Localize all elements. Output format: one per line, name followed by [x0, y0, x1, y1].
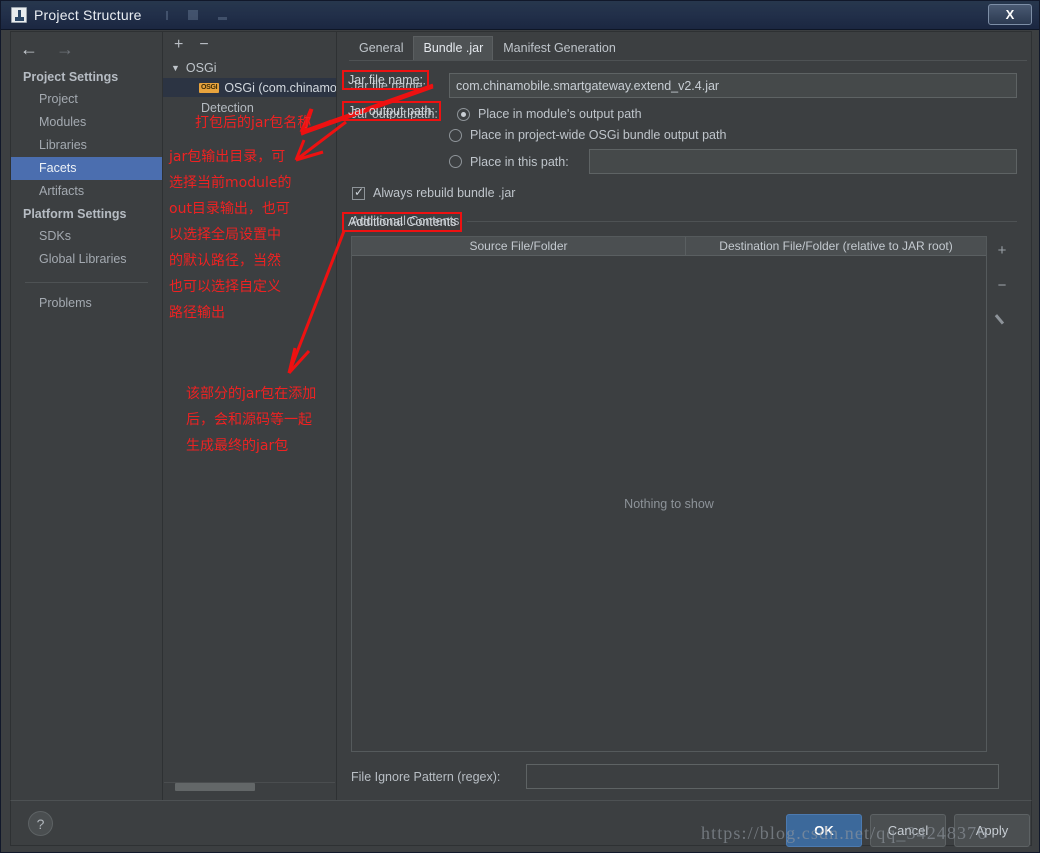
cancel-button[interactable]: Cancel	[870, 814, 946, 847]
remove-facet-icon[interactable]: −	[199, 37, 208, 53]
close-button[interactable]: X	[988, 4, 1032, 25]
osgi-badge-icon: OSGI	[199, 82, 220, 93]
sidebar-item-sdks[interactable]: SDKs	[11, 225, 162, 248]
sidebar-item-libraries[interactable]: Libraries	[11, 134, 162, 157]
tree-node-osgi-root[interactable]: ▼ OSGi	[163, 58, 336, 78]
dialog-body: ← → Project Settings Project Modules Lib…	[10, 31, 1032, 801]
tree-node-osgi-facet[interactable]: OSGI OSGi (com.chinamol	[163, 78, 336, 97]
always-rebuild-checkbox[interactable]	[352, 185, 365, 200]
add-facet-icon[interactable]: +	[174, 37, 183, 53]
title-bar: Project Structure X	[1, 1, 1039, 30]
ok-button[interactable]: OK	[786, 814, 862, 847]
radio-custom-path[interactable]	[449, 155, 462, 168]
remove-row-icon[interactable]: −	[998, 278, 1007, 293]
jar-output-path-row: Jar output path: Place in module's outpu…	[351, 107, 1017, 121]
table-body: Nothing to show	[352, 256, 986, 751]
radio-project-wide-output-path[interactable]	[449, 128, 462, 142]
facets-toolbar: + −	[163, 32, 336, 58]
radio-module-output-path-label: Place in module's output path	[478, 107, 642, 121]
help-button[interactable]: ?	[28, 811, 53, 836]
jar-output-path-label: Jar output path:	[351, 107, 438, 121]
sidebar-item-artifacts[interactable]: Artifacts	[11, 180, 162, 203]
file-ignore-pattern-row: File Ignore Pattern (regex):	[351, 764, 1017, 789]
column-header-destination[interactable]: Destination File/Folder (relative to JAR…	[686, 237, 986, 255]
tree-child-label: OSGi (com.chinamol	[224, 80, 336, 95]
back-arrow-icon[interactable]: ←	[20, 40, 38, 58]
tab-manifest-generation[interactable]: Manifest Generation	[493, 36, 626, 60]
table-empty-message: Nothing to show	[624, 496, 714, 511]
tab-bundle-jar[interactable]: Bundle .jar	[413, 36, 494, 60]
sidebar-nav: ← →	[11, 32, 162, 66]
sidebar-item-global-libraries[interactable]: Global Libraries	[11, 248, 162, 271]
jar-file-name-input[interactable]: com.chinamobile.smartgateway.extend_v2.4…	[449, 73, 1017, 98]
dialog-footer: ? OK Cancel Apply	[10, 800, 1032, 847]
intellij-idea-icon	[11, 7, 27, 23]
bundle-jar-form: Jar file name: com.chinamobile.smartgate…	[337, 61, 1031, 789]
tab-general[interactable]: General	[349, 36, 413, 60]
add-row-icon[interactable]: +	[998, 243, 1007, 258]
custom-path-input[interactable]	[588, 149, 1017, 174]
facet-tabs: General Bundle .jar Manifest Generation	[337, 32, 1031, 60]
sidebar-divider	[25, 282, 148, 283]
additional-contents-rule	[467, 220, 1017, 222]
file-ignore-pattern-input[interactable]	[526, 764, 999, 789]
title-decoration	[165, 10, 227, 20]
sidebar-item-modules[interactable]: Modules	[11, 111, 162, 134]
always-rebuild-label: Always rebuild bundle .jar	[373, 186, 516, 200]
chevron-down-icon[interactable]: ▼	[171, 63, 180, 73]
additional-contents-table: Source File/Folder Destination File/Fold…	[351, 236, 987, 752]
window-title: Project Structure	[34, 7, 142, 23]
jar-file-name-label: Jar file name:	[351, 78, 427, 93]
column-header-source[interactable]: Source File/Folder	[352, 237, 686, 255]
forward-arrow-icon[interactable]: →	[56, 40, 74, 58]
detection-label: Detection	[201, 101, 254, 115]
radio-custom-path-label: Place in this path:	[470, 154, 569, 169]
table-side-toolbar: + −	[987, 236, 1017, 752]
facet-editor-panel: General Bundle .jar Manifest Generation …	[337, 32, 1031, 801]
sidebar-item-facets[interactable]: Facets	[11, 157, 162, 180]
jar-output-path-row-3: Place in this path:	[351, 149, 1017, 174]
radio-module-output-path[interactable]	[457, 107, 470, 121]
sidebar-item-problems[interactable]: Problems	[11, 292, 162, 315]
tree-hscrollbar-thumb[interactable]	[175, 783, 255, 791]
file-ignore-pattern-label: File Ignore Pattern (regex):	[351, 769, 501, 784]
settings-sidebar: ← → Project Settings Project Modules Lib…	[11, 32, 163, 801]
apply-button[interactable]: Apply	[954, 814, 1030, 847]
sidebar-group-platform-settings: Platform Settings	[23, 207, 127, 221]
additional-contents-label: Additional Contents	[351, 214, 460, 228]
facets-tree-panel: + − ▼ OSGi OSGI OSGi (com.chinamol Detec…	[163, 32, 337, 801]
additional-contents-table-wrap: Source File/Folder Destination File/Fold…	[351, 236, 1017, 752]
table-header-row: Source File/Folder Destination File/Fold…	[352, 237, 986, 256]
jar-output-path-row-2: Place in project-wide OSGi bundle output…	[351, 128, 1017, 142]
sidebar-group-project-settings: Project Settings	[23, 70, 119, 84]
always-rebuild-row: Always rebuild bundle .jar	[352, 185, 1017, 200]
additional-contents-header: Additional Contents	[351, 214, 1017, 228]
tree-root-label: OSGi	[185, 61, 217, 75]
edit-row-pencil-icon[interactable]	[996, 313, 1009, 326]
project-structure-dialog: Project Structure X ← → Project Settings…	[0, 0, 1040, 853]
radio-project-wide-output-path-label: Place in project-wide OSGi bundle output…	[470, 128, 727, 142]
sidebar-item-project[interactable]: Project	[11, 88, 162, 111]
jar-file-name-row: Jar file name: com.chinamobile.smartgate…	[351, 73, 1017, 98]
